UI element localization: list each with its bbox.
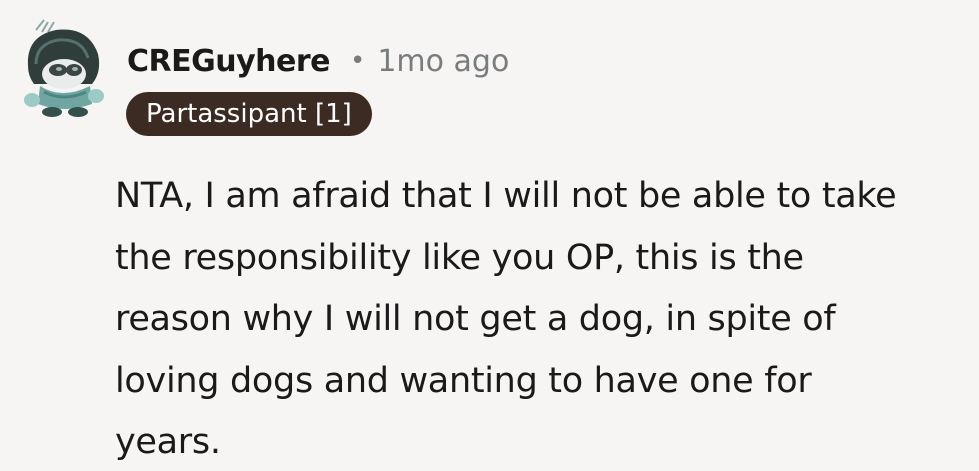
timestamp[interactable]: 1mo ago bbox=[377, 44, 509, 79]
comment-header: CREGuyhere • 1mo ago bbox=[127, 38, 509, 84]
username-link[interactable]: CREGuyhere bbox=[127, 44, 331, 79]
comment: CREGuyhere • 1mo ago Partassipant [1] NT… bbox=[0, 0, 979, 471]
user-flair: Partassipant [1] bbox=[126, 92, 372, 136]
comment-body: NTA, I am afraid that I will not be able… bbox=[115, 176, 897, 462]
separator-dot: • bbox=[350, 46, 366, 76]
avatar[interactable] bbox=[14, 14, 112, 118]
snoo-avatar-icon bbox=[24, 19, 104, 117]
